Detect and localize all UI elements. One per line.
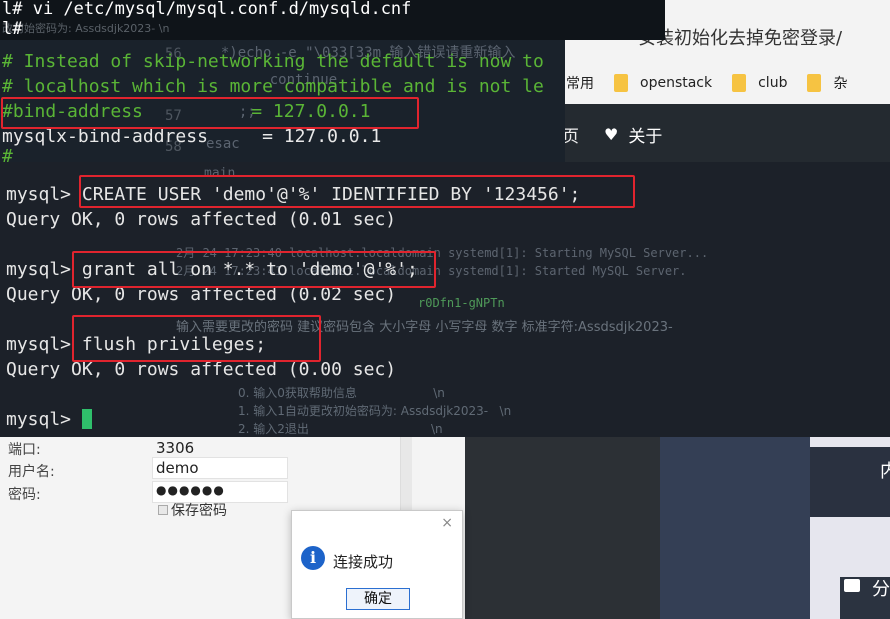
background-right-strip: 内 分 <box>810 437 890 619</box>
nav-item-about[interactable]: ♥ 关于 <box>604 122 662 147</box>
bookmark-openstack[interactable]: openstack <box>614 74 712 92</box>
bookmark-misc[interactable]: 杂 <box>807 73 847 93</box>
folder-icon <box>614 74 628 92</box>
mysqlx-bind-address-line: mysqlx-bind-address = 127.0.0.1 <box>2 126 382 147</box>
highlight-box-create-user <box>79 175 635 208</box>
username-field[interactable]: demo <box>156 459 199 477</box>
port-field[interactable]: 3306 <box>156 439 194 457</box>
ok-button[interactable]: 确定 <box>346 588 410 610</box>
terminal-shell-top[interactable]: l# vi /etc/mysql/mysql.conf.d/mysqld.cnf… <box>0 0 665 40</box>
heart-icon: ♥ <box>604 125 619 144</box>
folder-icon <box>807 74 822 92</box>
background-image-overlay <box>660 437 810 619</box>
info-icon: i <box>301 546 325 570</box>
close-icon[interactable]: × <box>441 515 453 531</box>
bookmark-common[interactable]: 常用 <box>566 73 594 93</box>
port-label: 端口: <box>8 442 41 458</box>
config-comment-line: # Instead of skip-networking the default… <box>2 51 544 72</box>
mysql-result-line: Query OK, 0 rows affected (0.00 sec) <box>6 359 397 380</box>
ghost-menu-item: 2. 输入2退出 \n <box>238 422 443 436</box>
mysql-current-prompt[interactable]: mysql> <box>6 409 92 430</box>
highlight-box-flush <box>72 315 321 362</box>
password-label: 密码: <box>8 487 41 503</box>
username-label: 用户名: <box>8 464 55 480</box>
ghost-menu-item: 1. 输入1自动更改初始密码为: Assdsdjk2023- \n <box>238 404 512 418</box>
shell-command-line: l# vi /etc/mysql/mysql.conf.d/mysqld.cnf <box>2 0 412 19</box>
checkbox-icon[interactable] <box>158 505 168 515</box>
bookmarks-bar: 常用 openstack club 杂 <box>560 62 890 104</box>
partial-text-char: 内 <box>880 461 890 482</box>
shell-prompt-line: l# <box>2 19 23 39</box>
bookmark-club[interactable]: club <box>732 74 787 92</box>
password-field[interactable]: ●●●●●● <box>156 483 225 497</box>
dialog-message: 连接成功 <box>333 553 394 571</box>
ghost-menu-item: 0. 输入0获取帮助信息 \n <box>238 386 445 400</box>
folder-icon <box>732 74 747 92</box>
partial-text-char: 分 <box>872 579 890 600</box>
ghost-background-text: 改初始密码为: Assdsdjk2023- \n <box>2 22 170 35</box>
save-password-checkbox[interactable]: 保存密码 <box>158 500 227 520</box>
browser-page-title: 安装初始化去掉免密登录/ <box>638 28 843 49</box>
highlight-box-bind-address <box>1 97 419 129</box>
config-comment-line: # localhost which is more compatible and… <box>2 76 544 97</box>
highlight-box-grant <box>72 251 436 288</box>
terminal-cursor <box>81 409 92 429</box>
site-nav-bar: 页 ♥ 关于 <box>560 104 890 170</box>
folder-icon <box>844 579 860 592</box>
ghost-password-text: r0Dfn1-gNPTn <box>418 296 505 310</box>
connection-success-dialog: × i 连接成功 确定 <box>291 510 463 619</box>
mysql-result-line: Query OK, 0 rows affected (0.01 sec) <box>6 209 397 230</box>
